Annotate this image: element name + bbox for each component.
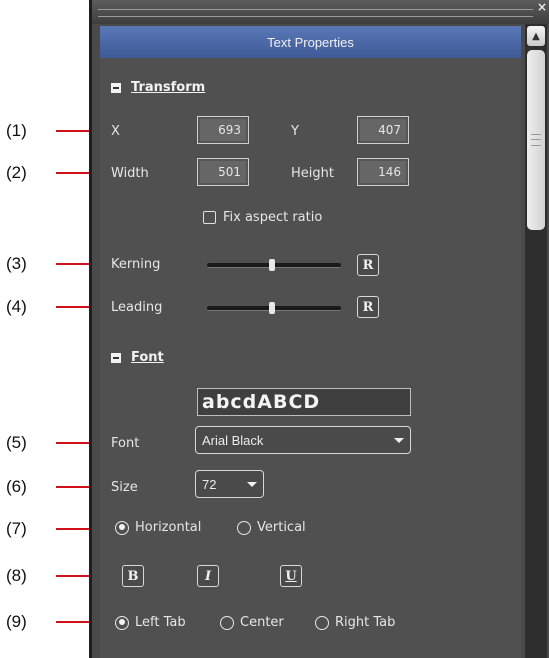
close-icon[interactable]: × — [537, 0, 547, 14]
callout-label: (5) — [6, 433, 27, 452]
leading-reset-button[interactable]: R — [357, 296, 379, 318]
font-preview: abcdABCD — [197, 388, 411, 416]
callout-label: (2) — [6, 163, 27, 182]
transform-section-header[interactable]: Transform — [111, 80, 205, 95]
orientation-vertical-label: Vertical — [257, 520, 306, 535]
panel-content: Transform X 693 Y 407 Width 501 Height 1… — [100, 58, 521, 658]
width-input[interactable]: 501 — [197, 158, 249, 186]
callout-label: (1) — [6, 121, 27, 140]
font-section-label: Font — [131, 350, 164, 365]
scroll-up-icon[interactable]: ▲ — [527, 26, 545, 46]
height-label: Height — [291, 166, 334, 181]
chevron-down-icon — [394, 437, 404, 443]
x-input[interactable]: 693 — [197, 116, 249, 144]
tab-left-option[interactable]: Left Tab — [115, 615, 186, 630]
bold-button[interactable]: B — [122, 565, 144, 587]
font-select[interactable]: Arial Black — [195, 426, 411, 454]
panel-title: Text Properties — [100, 26, 521, 58]
radio-left-tab[interactable] — [115, 615, 129, 630]
leading-slider-thumb[interactable] — [269, 302, 275, 314]
orientation-vertical-option[interactable]: Vertical — [237, 520, 306, 535]
callout-label: (6) — [6, 477, 27, 496]
text-properties-panel: × Text Properties Transform X 693 Y 407 … — [89, 0, 549, 658]
radio-horizontal[interactable] — [115, 520, 129, 535]
x-label: X — [111, 124, 120, 139]
callout-label: (8) — [6, 566, 27, 585]
radio-vertical[interactable] — [237, 520, 251, 535]
grip-lines — [98, 9, 533, 17]
vertical-scrollbar[interactable]: ▲ — [525, 24, 547, 658]
kerning-reset-button[interactable]: R — [357, 254, 379, 276]
transform-section-label: Transform — [131, 80, 206, 95]
scrollbar-thumb[interactable] — [527, 50, 545, 230]
font-select-value: Arial Black — [202, 432, 264, 448]
kerning-label: Kerning — [111, 257, 161, 272]
tab-center-option[interactable]: Center — [220, 615, 284, 630]
size-select[interactable]: 72 — [195, 470, 264, 498]
font-section-header[interactable]: Font — [111, 350, 164, 365]
radio-right-tab[interactable] — [315, 615, 329, 630]
size-select-value: 72 — [202, 476, 217, 492]
panel-drag-bar[interactable]: × — [92, 0, 549, 24]
thumb-grip — [531, 134, 541, 146]
fix-aspect-label: Fix aspect ratio — [223, 210, 323, 225]
y-label: Y — [291, 124, 299, 139]
italic-button[interactable]: I — [197, 565, 219, 587]
orientation-horizontal-option[interactable]: Horizontal — [115, 520, 201, 535]
chevron-down-icon — [247, 481, 257, 487]
size-label: Size — [111, 480, 138, 495]
radio-center[interactable] — [220, 615, 234, 630]
underline-button[interactable]: U — [280, 565, 302, 587]
tab-right-option[interactable]: Right Tab — [315, 615, 395, 630]
height-input[interactable]: 146 — [357, 158, 409, 186]
y-input[interactable]: 407 — [357, 116, 409, 144]
collapse-icon[interactable] — [111, 352, 121, 363]
width-label: Width — [111, 166, 149, 181]
collapse-icon[interactable] — [111, 82, 121, 93]
callout-label: (7) — [6, 519, 27, 538]
callout-label: (4) — [6, 297, 27, 316]
callout-label: (3) — [6, 254, 27, 273]
fix-aspect-row[interactable]: Fix aspect ratio — [203, 210, 322, 225]
leading-label: Leading — [111, 300, 163, 315]
kerning-slider-thumb[interactable] — [269, 259, 275, 271]
tab-left-label: Left Tab — [135, 615, 186, 630]
callout-label: (9) — [6, 612, 27, 631]
font-label: Font — [111, 436, 140, 451]
fix-aspect-checkbox[interactable] — [203, 211, 216, 224]
tab-right-label: Right Tab — [335, 615, 396, 630]
orientation-horizontal-label: Horizontal — [135, 520, 202, 535]
tab-center-label: Center — [240, 615, 284, 630]
